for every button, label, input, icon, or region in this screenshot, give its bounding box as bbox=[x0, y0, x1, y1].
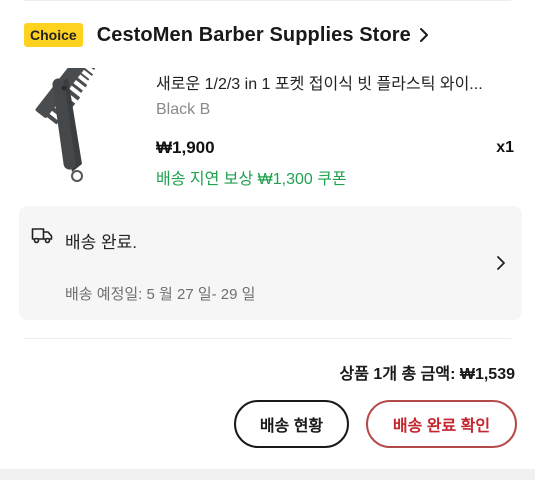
store-header[interactable]: Choice CestoMen Barber Supplies Store bbox=[24, 20, 431, 50]
store-name[interactable]: CestoMen Barber Supplies Store bbox=[97, 24, 411, 47]
shipping-eta: 배송 예정일: 5 월 27 일- 29 일 bbox=[65, 286, 256, 303]
order-item[interactable]: 새로운 1/2/3 in 1 포켓 접이식 빗 플라스틱 와이... Black… bbox=[24, 64, 514, 194]
product-quantity: x1 bbox=[496, 139, 514, 156]
top-divider bbox=[24, 0, 511, 1]
product-price: ₩1,900 bbox=[156, 138, 215, 157]
track-shipment-button[interactable]: 배송 현황 bbox=[234, 400, 349, 448]
product-title[interactable]: 새로운 1/2/3 in 1 포켓 접이식 빗 플라스틱 와이... bbox=[156, 70, 516, 94]
choice-badge: Choice bbox=[24, 23, 83, 47]
confirm-delivery-button[interactable]: 배송 완료 확인 bbox=[366, 400, 517, 448]
section-divider bbox=[24, 338, 511, 339]
order-total: 상품 1개 총 금액: ₩1,539 bbox=[339, 366, 515, 383]
shipping-status-card[interactable]: 배송 완료. 배송 예정일: 5 월 27 일- 29 일 bbox=[19, 206, 522, 320]
folding-comb-image[interactable] bbox=[34, 68, 144, 184]
shipping-status-title: 배송 완료. bbox=[65, 233, 138, 252]
chevron-right-icon[interactable] bbox=[417, 27, 431, 43]
truck-icon bbox=[31, 228, 53, 244]
chevron-right-icon[interactable] bbox=[496, 255, 506, 271]
bottom-separator bbox=[0, 469, 535, 480]
product-variant: Black B bbox=[156, 101, 211, 118]
delay-coupon-text: 배송 지연 보상 ₩1,300 쿠폰 bbox=[156, 171, 347, 188]
